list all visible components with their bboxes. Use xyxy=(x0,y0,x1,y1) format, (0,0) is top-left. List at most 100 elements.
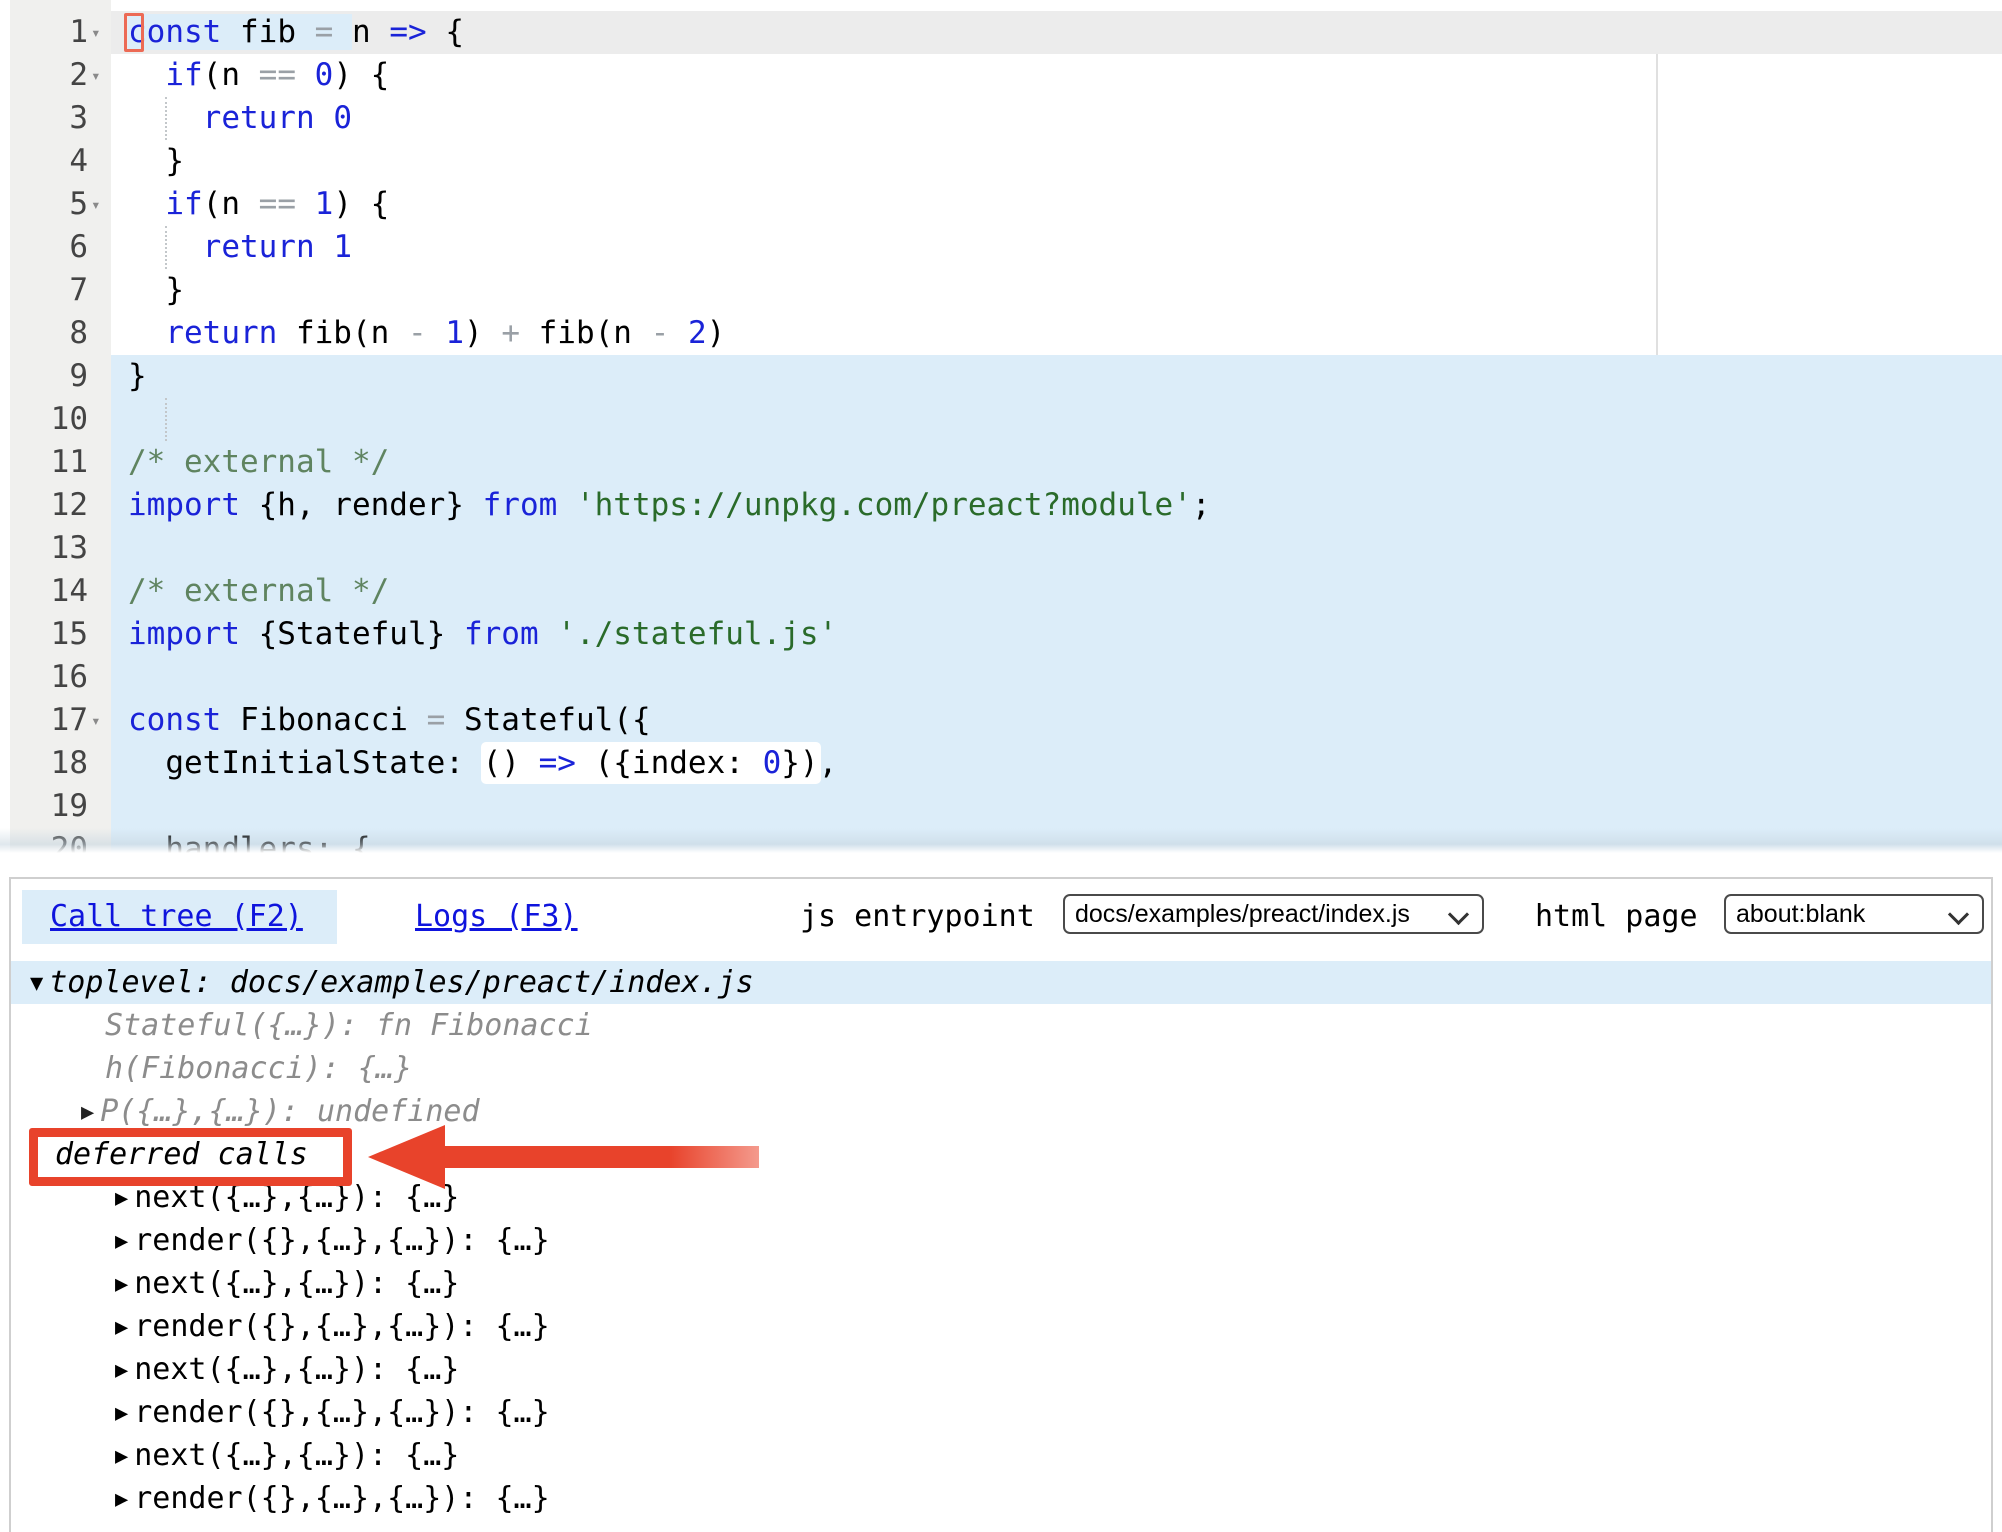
gutter-line-19[interactable]: 19 xyxy=(10,785,111,828)
call-tree-row[interactable]: ▶render({},{…},{…}): {…} xyxy=(11,1391,1991,1434)
code-line-18[interactable]: getInitialState: () => ({index: 0}), xyxy=(111,742,2002,785)
call-tree-row[interactable]: ▶P({…},{…}): undefined xyxy=(11,1090,1991,1133)
token: getInitialState: xyxy=(128,745,483,781)
token: = xyxy=(315,14,334,50)
gutter-line-18[interactable]: 18 xyxy=(10,742,111,785)
code-line-4[interactable]: } xyxy=(111,140,2002,183)
code-area[interactable]: const fib = n => { if(n == 0) { return 0… xyxy=(111,11,2002,853)
gutter-line-6[interactable]: 6 xyxy=(10,226,111,269)
collapsed-arrow-icon[interactable]: ▶ xyxy=(115,1487,128,1512)
call-tree-row[interactable]: ▶render({},{…},{…}): {…} xyxy=(11,1477,1991,1520)
unexecuted-expression-box: () => ({index: 0}) xyxy=(481,742,821,784)
collapsed-arrow-icon[interactable]: ▶ xyxy=(115,1229,128,1254)
code-line-5[interactable]: if(n == 1) { xyxy=(111,183,2002,226)
collapsed-arrow-icon[interactable]: ▶ xyxy=(115,1444,128,1469)
code-line-10[interactable] xyxy=(111,398,2002,441)
code-line-17[interactable]: const Fibonacci = Stateful({ xyxy=(111,699,2002,742)
tab-logs-link[interactable]: Logs (F3) xyxy=(415,899,578,934)
fold-arrow-icon[interactable]: ▾ xyxy=(88,11,111,54)
gutter-line-3[interactable]: 3 xyxy=(10,97,111,140)
gutter-line-5[interactable]: 5▾ xyxy=(10,183,111,226)
call-tree-row[interactable]: h(Fibonacci): {…} xyxy=(11,1047,1991,1090)
fold-arrow-icon[interactable]: ▾ xyxy=(88,699,111,742)
gutter-line-11[interactable]: 11 xyxy=(10,441,111,484)
gutter-line-7[interactable]: 7 xyxy=(10,269,111,312)
code-line-2[interactable]: if(n == 0) { xyxy=(111,54,2002,97)
gutter-line-14[interactable]: 14 xyxy=(10,570,111,613)
gutter: 1▾2▾345▾67891011121314151617▾181920 xyxy=(10,0,111,853)
token: - xyxy=(651,315,670,351)
code-line-16[interactable] xyxy=(111,656,2002,699)
collapsed-arrow-icon[interactable]: ▶ xyxy=(115,1315,128,1340)
collapsed-arrow-icon[interactable]: ▶ xyxy=(115,1186,128,1211)
gutter-line-12[interactable]: 12 xyxy=(10,484,111,527)
call-tree: ▼toplevel: docs/examples/preact/index.js… xyxy=(11,961,1991,1520)
code-line-11[interactable]: /* external */ xyxy=(111,441,2002,484)
call-tree-row[interactable]: ▶render({},{…},{…}): {…} xyxy=(11,1219,1991,1262)
expanded-arrow-icon[interactable]: ▼ xyxy=(30,971,43,996)
call-tree-row[interactable]: ▶next({…},{…}): {…} xyxy=(11,1434,1991,1477)
call-tree-row[interactable]: ▶next({…},{…}): {…} xyxy=(11,1262,1991,1305)
indent-guide xyxy=(165,398,167,441)
gutter-line-8[interactable]: 8 xyxy=(10,312,111,355)
call-tree-row[interactable]: deferred calls xyxy=(11,1133,1991,1176)
token: if xyxy=(165,57,202,93)
token: 2 xyxy=(688,315,707,351)
code-line-13[interactable] xyxy=(111,527,2002,570)
token xyxy=(315,100,334,136)
gutter-line-16[interactable]: 16 xyxy=(10,656,111,699)
line-number: 5 xyxy=(10,183,88,226)
editor-bottom-fade xyxy=(0,828,2002,853)
call-tree-row[interactable]: ▼toplevel: docs/examples/preact/index.js xyxy=(11,961,1991,1004)
call-tree-row-label: P({…},{…}): undefined xyxy=(100,1094,479,1129)
token: from xyxy=(483,487,558,523)
token: () xyxy=(483,745,539,781)
gutter-line-17[interactable]: 17▾ xyxy=(10,699,111,742)
code-editor[interactable]: 1▾2▾345▾67891011121314151617▾181920 cons… xyxy=(0,0,2002,853)
line-number: 4 xyxy=(10,140,88,183)
tab-call-tree[interactable]: Call tree (F2) xyxy=(22,890,337,944)
gutter-line-2[interactable]: 2▾ xyxy=(10,54,111,97)
html-page-select[interactable]: about:blank xyxy=(1724,894,1984,934)
call-tree-row[interactable]: ▶render({},{…},{…}): {…} xyxy=(11,1305,1991,1348)
fold-arrow-icon[interactable]: ▾ xyxy=(88,183,111,226)
token xyxy=(333,14,352,50)
code-line-6[interactable]: return 1 xyxy=(111,226,2002,269)
gutter-line-4[interactable]: 4 xyxy=(10,140,111,183)
call-tree-row[interactable]: ▶next({…},{…}): {…} xyxy=(11,1348,1991,1391)
call-tree-row[interactable]: ▶next({…},{…}): {…} xyxy=(11,1176,1991,1219)
code-line-14[interactable]: /* external */ xyxy=(111,570,2002,613)
gutter-line-9[interactable]: 9 xyxy=(10,355,111,398)
code-line-8[interactable]: return fib(n - 1) + fib(n - 2) xyxy=(111,312,2002,355)
gutter-line-10[interactable]: 10 xyxy=(10,398,111,441)
collapsed-arrow-icon[interactable]: ▶ xyxy=(81,1100,94,1125)
line-number: 10 xyxy=(10,398,88,441)
code-line-15[interactable]: import {Stateful} from './stateful.js' xyxy=(111,613,2002,656)
tab-call-tree-link[interactable]: Call tree (F2) xyxy=(50,899,303,934)
tab-logs[interactable]: Logs (F3) xyxy=(415,890,578,944)
call-tree-row-label: deferred calls xyxy=(55,1137,308,1172)
call-tree-row[interactable]: Stateful({…}): fn Fibonacci xyxy=(11,1004,1991,1047)
js-entrypoint-select[interactable]: docs/examples/preact/index.js xyxy=(1063,894,1484,934)
code-line-9[interactable]: } xyxy=(111,355,2002,398)
line-number: 17 xyxy=(10,699,88,742)
token: {h, render} xyxy=(240,487,483,523)
token xyxy=(296,186,315,222)
collapsed-arrow-icon[interactable]: ▶ xyxy=(115,1401,128,1426)
gutter-line-1[interactable]: 1▾ xyxy=(10,11,111,54)
collapsed-arrow-icon[interactable]: ▶ xyxy=(115,1272,128,1297)
code-line-1[interactable]: const fib = n => { xyxy=(111,11,2002,54)
fold-arrow-icon[interactable]: ▾ xyxy=(88,54,111,97)
code-line-19[interactable] xyxy=(111,785,2002,828)
token: './stateful.js' xyxy=(557,616,837,652)
gutter-line-15[interactable]: 15 xyxy=(10,613,111,656)
gutter-line-13[interactable]: 13 xyxy=(10,527,111,570)
bottom-panel: Call tree (F2) Logs (F3) js entrypoint d… xyxy=(9,877,1993,1532)
call-tree-row-label: render({},{…},{…}): {…} xyxy=(134,1223,549,1258)
code-line-7[interactable]: } xyxy=(111,269,2002,312)
token: Stateful({ xyxy=(445,702,650,738)
code-line-3[interactable]: return 0 xyxy=(111,97,2002,140)
collapsed-arrow-icon[interactable]: ▶ xyxy=(115,1358,128,1383)
code-line-12[interactable]: import {h, render} from 'https://unpkg.c… xyxy=(111,484,2002,527)
token: {Stateful} xyxy=(240,616,464,652)
